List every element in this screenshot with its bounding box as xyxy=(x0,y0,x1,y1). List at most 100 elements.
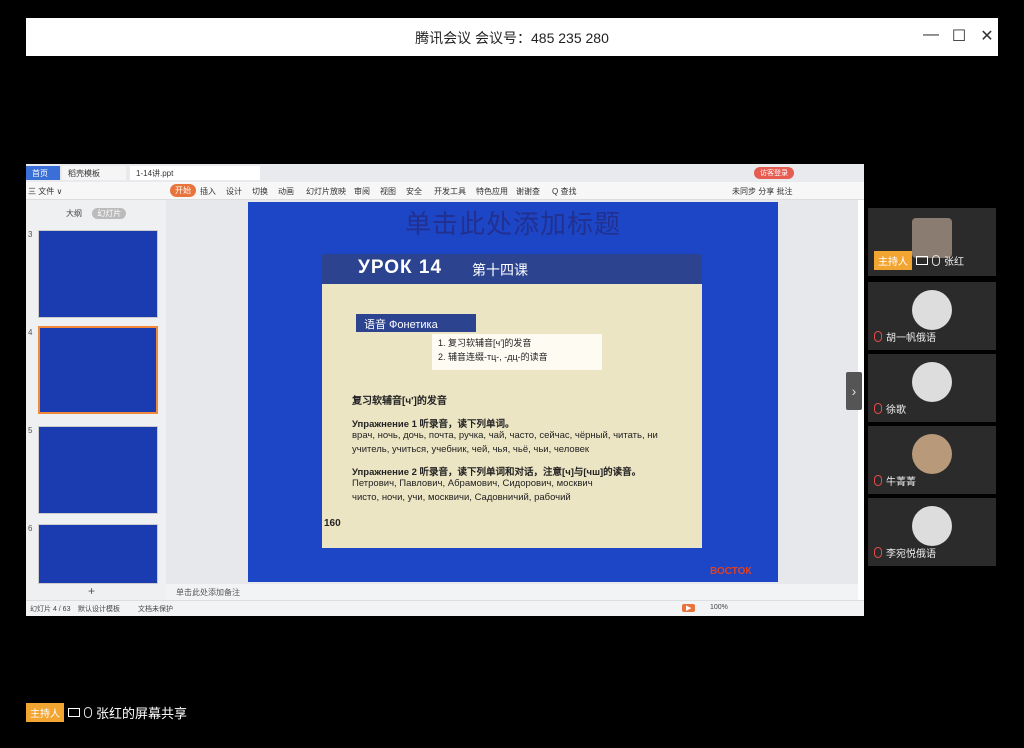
notes-field[interactable]: 单击此处添加备注 xyxy=(166,584,858,600)
exercise-2-title: Упражнение 2 听录音，读下列单词和对话，注意[ч]与[чш]的读音。 xyxy=(352,467,642,478)
participant-tile[interactable]: 牛菁菁 xyxy=(868,426,996,494)
maximize-button[interactable]: ☐ xyxy=(948,26,970,46)
mic-muted-icon xyxy=(874,475,882,486)
wps-tabbar: 首页 稻壳模板 1-14讲.ppt 访客登录 xyxy=(26,164,864,182)
exercise-2-line: чисто, ночи, учи, москвичи, Садовничий, … xyxy=(352,492,571,503)
slide-thumbnail[interactable] xyxy=(38,230,158,318)
guest-login-button[interactable]: 访客登录 xyxy=(754,167,794,179)
avatar xyxy=(912,506,952,546)
lesson-header: УРОК 14 第十四课 xyxy=(322,254,702,284)
lesson-title: УРОК 14 xyxy=(358,257,443,278)
menu-find[interactable]: Q 查找 xyxy=(552,186,576,197)
textbook-page: УРОК 14 第十四课 语音 Фонетика 1. 复习软辅音[ч']的发音… xyxy=(322,254,702,548)
avatar xyxy=(912,362,952,402)
topic-label: 语音 Фонетика xyxy=(356,314,476,332)
lesson-title-cn: 第十四课 xyxy=(472,262,528,278)
wps-menubar: 三 文件 ∨ 开始 插入 设计 切换 动画 幻灯片放映 审阅 视图 安全 开发工… xyxy=(26,182,864,200)
thumb-number: 4 xyxy=(28,328,33,337)
screen-share-label: 主持人 张红的屏幕共享 xyxy=(26,703,187,722)
doc-protection[interactable]: 文档未保护 xyxy=(138,604,173,614)
menu-thanks[interactable]: 谢谢查 xyxy=(516,186,540,197)
brand-logo: ВОСТОК xyxy=(710,566,752,577)
menu-file[interactable]: 三 文件 ∨ xyxy=(28,186,62,197)
menu-insert[interactable]: 插入 xyxy=(200,186,216,197)
slide-thumbnail[interactable] xyxy=(38,426,158,514)
participant-name: 张红 xyxy=(944,257,964,268)
meeting-window: 腾讯会议 会议号：485 235 280 — ☐ ✕ 首页 稻壳模板 1-14讲… xyxy=(0,0,1024,748)
menu-security[interactable]: 安全 xyxy=(406,186,422,197)
thumb-tabs: 大纲 幻灯片 xyxy=(66,208,127,219)
zoom-level[interactable]: 100% xyxy=(710,604,728,611)
menu-devtools[interactable]: 开发工具 xyxy=(434,186,466,197)
thumb-number: 5 xyxy=(28,426,33,435)
mic-icon xyxy=(932,255,940,266)
menu-slideshow[interactable]: 幻灯片放映 xyxy=(306,186,346,197)
menu-review[interactable]: 审阅 xyxy=(354,186,370,197)
menu-animation[interactable]: 动画 xyxy=(278,186,294,197)
title-placeholder[interactable]: 单击此处添加标题 xyxy=(248,204,778,241)
note-line: 2. 辅音连缀-тц-, -дц-的读音 xyxy=(438,352,548,362)
host-badge: 主持人 xyxy=(874,251,912,270)
participant-name-row: 主持人 张红 xyxy=(874,251,964,270)
exercise-2-line: Петрович, Павлович, Абрамович, Сидорович… xyxy=(352,478,593,489)
title-bar: 腾讯会议 会议号：485 235 280 — ☐ ✕ xyxy=(26,18,998,56)
menu-features[interactable]: 特色应用 xyxy=(476,186,508,197)
participant-name-row: 胡一帆俄语 xyxy=(874,329,936,344)
section-heading: 复习软辅音[ч']的发音 xyxy=(352,396,447,407)
shared-wps-window: 首页 稻壳模板 1-14讲.ppt 访客登录 三 文件 ∨ 开始 插入 设计 切… xyxy=(26,164,864,616)
participant-name: 李宛悦俄语 xyxy=(886,549,936,560)
mic-muted-icon xyxy=(874,331,882,342)
status-bar: 幻灯片 4 / 63 默认设计模板 文档未保护 ▶ 100% xyxy=(26,600,864,616)
slide-edit-pane: 单击此处添加标题 УРОК 14 第十四课 语音 Фонетика 1. 复习软… xyxy=(166,200,858,584)
mic-muted-icon xyxy=(874,547,882,558)
participant-name-row: 牛菁菁 xyxy=(874,473,916,488)
participant-name: 牛菁菁 xyxy=(886,477,916,488)
exercise-1-line: учитель, учиться, учебник, чей, чья, чьё… xyxy=(352,444,590,455)
menu-start[interactable]: 开始 xyxy=(170,184,196,197)
slide-thumbnail-selected[interactable] xyxy=(38,326,158,414)
topic-note: 1. 复习软辅音[ч']的发音 2. 辅音连缀-тц-, -дц-的读音 xyxy=(432,334,602,370)
tab-home[interactable]: 首页 xyxy=(26,166,60,180)
theme-name: 默认设计模板 xyxy=(78,606,120,613)
page-number: 160 xyxy=(324,518,341,529)
right-tools[interactable]: 未同步 分享 批注 xyxy=(732,186,792,197)
thumb-number: 3 xyxy=(28,230,33,239)
participant-tile[interactable]: 李宛悦俄语 xyxy=(868,498,996,566)
menu-transition[interactable]: 切换 xyxy=(252,186,268,197)
chevron-right-icon[interactable]: › xyxy=(846,372,862,410)
screen-share-icon xyxy=(68,708,80,717)
tab-outline[interactable]: 大纲 xyxy=(66,209,82,218)
slide-thumbnail-pane: 大纲 幻灯片 3 4 5 6 + xyxy=(26,200,166,600)
window-title: 腾讯会议 会议号：485 235 280 xyxy=(415,30,609,46)
current-slide[interactable]: 单击此处添加标题 УРОК 14 第十四课 语音 Фонетика 1. 复习软… xyxy=(248,202,778,582)
participant-name-row: 李宛悦俄语 xyxy=(874,545,936,560)
play-icon[interactable]: ▶ xyxy=(682,604,696,612)
exercise-1-line: врач, ночь, дочь, почта, ручка, чай, час… xyxy=(352,430,658,441)
add-slide-button[interactable]: + xyxy=(88,584,95,598)
participant-tile[interactable]: 徐歌 xyxy=(868,354,996,422)
tab-templates[interactable]: 稻壳模板 xyxy=(62,166,126,180)
mic-icon xyxy=(84,707,92,718)
menu-design[interactable]: 设计 xyxy=(226,186,242,197)
minimize-button[interactable]: — xyxy=(920,26,942,44)
slide-thumbnail[interactable] xyxy=(38,524,158,584)
participant-name-row: 徐歌 xyxy=(874,401,906,416)
participant-tile[interactable]: 主持人 张红 xyxy=(868,208,996,276)
slide-counter: 幻灯片 4 / 63 xyxy=(30,606,71,613)
thumb-number: 6 xyxy=(28,524,33,533)
mic-muted-icon xyxy=(874,403,882,414)
screen-share-icon xyxy=(916,256,928,265)
participant-tile[interactable]: 胡一帆俄语 xyxy=(868,282,996,350)
screen-share-text: 张红的屏幕共享 xyxy=(96,706,188,721)
avatar xyxy=(912,290,952,330)
tab-document[interactable]: 1-14讲.ppt xyxy=(130,166,260,180)
menu-view[interactable]: 视图 xyxy=(380,186,396,197)
tab-slides[interactable]: 幻灯片 xyxy=(92,208,127,219)
note-line: 1. 复习软辅音[ч']的发音 xyxy=(438,338,532,348)
participant-name: 徐歌 xyxy=(886,405,906,416)
avatar xyxy=(912,434,952,474)
host-badge: 主持人 xyxy=(26,703,64,722)
participant-name: 胡一帆俄语 xyxy=(886,333,936,344)
exercise-1-title: Упражнение 1 听录音，读下列单词。 xyxy=(352,419,515,430)
close-button[interactable]: ✕ xyxy=(976,26,998,46)
